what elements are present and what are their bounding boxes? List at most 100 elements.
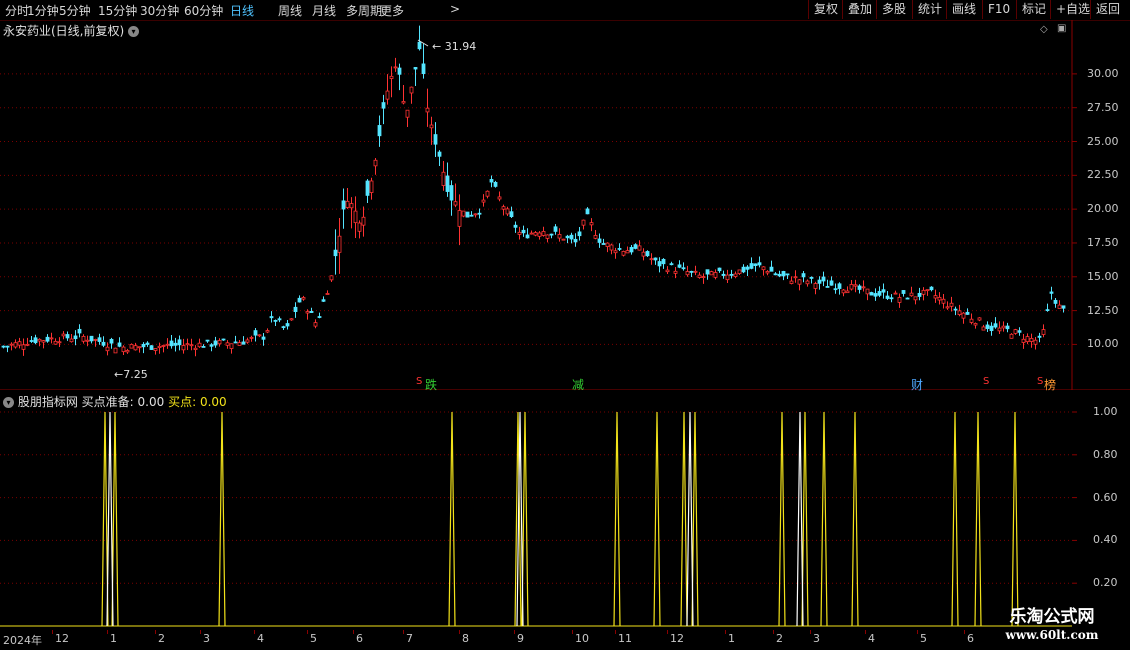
candle xyxy=(77,324,82,338)
watermark-title: 乐淘公式网 xyxy=(1009,607,1095,627)
candle xyxy=(1001,321,1006,332)
candle xyxy=(797,279,802,291)
date-tick-label: 12 xyxy=(670,632,684,645)
candle xyxy=(849,279,854,291)
event-marker-2[interactable]: 财 xyxy=(911,376,923,393)
event-marker-0[interactable]: 跌 xyxy=(425,376,437,393)
candle xyxy=(373,158,378,175)
max-price-marker: ← 31.94 xyxy=(432,40,476,53)
indicator-spike xyxy=(691,411,699,627)
watermark-url: www.60lt.com xyxy=(1005,628,1099,642)
candle xyxy=(789,276,794,285)
candle xyxy=(817,276,822,290)
candle xyxy=(857,284,862,294)
candle xyxy=(629,245,634,255)
indicator-spike xyxy=(516,411,524,627)
candle xyxy=(813,281,818,295)
candle xyxy=(1057,300,1062,309)
candle xyxy=(37,338,42,347)
candle xyxy=(881,283,886,299)
candle xyxy=(909,286,914,297)
indicator-spike xyxy=(778,411,786,627)
candle xyxy=(149,345,154,351)
candle xyxy=(313,319,318,329)
candle xyxy=(961,312,966,324)
candle xyxy=(709,270,714,276)
candle xyxy=(285,319,290,330)
indicator-spike xyxy=(653,411,661,627)
candle xyxy=(69,334,74,343)
candle xyxy=(277,316,282,323)
candle xyxy=(905,297,910,300)
event-marker-3[interactable]: 榜 xyxy=(1044,376,1056,393)
date-tick xyxy=(200,630,201,634)
candle xyxy=(1,345,6,349)
indicator-tick-label: 0.60 xyxy=(1093,490,1118,504)
candle xyxy=(853,279,858,293)
candle xyxy=(89,335,94,344)
candle xyxy=(549,233,554,239)
buy-label: 买点: xyxy=(168,395,197,409)
candle xyxy=(1037,332,1042,343)
candle xyxy=(193,345,198,357)
candle xyxy=(485,190,490,199)
candle xyxy=(205,339,210,343)
candle xyxy=(357,220,362,239)
indicator-header: ▾ 股朋指标网 买点准备: 0.00 买点: 0.00 xyxy=(3,393,227,410)
candle xyxy=(433,122,438,157)
candle xyxy=(837,282,842,295)
date-tick xyxy=(615,630,616,634)
date-tick-label: 4 xyxy=(257,632,264,645)
candle xyxy=(601,238,606,245)
candle xyxy=(261,333,266,346)
candle xyxy=(705,269,710,280)
candle xyxy=(757,256,762,268)
candle xyxy=(989,322,994,336)
date-tick-label: 6 xyxy=(356,632,363,645)
sell-signal-marker[interactable]: S xyxy=(983,376,989,387)
candle xyxy=(165,338,170,349)
candle xyxy=(465,211,470,218)
indicator-spike xyxy=(974,411,982,627)
candle xyxy=(1029,333,1034,348)
date-tick xyxy=(572,630,573,634)
candle xyxy=(53,338,58,345)
candle xyxy=(497,191,502,202)
sell-signal-marker[interactable]: S xyxy=(416,376,422,387)
candle xyxy=(873,288,878,301)
candle xyxy=(429,116,434,145)
candle xyxy=(1005,322,1010,333)
candle xyxy=(633,243,638,250)
price-chart[interactable]: ← 31.94 ←7.25 xyxy=(0,0,1130,390)
candle xyxy=(445,162,450,197)
date-tick xyxy=(52,630,53,634)
candle xyxy=(141,342,146,354)
candle xyxy=(529,230,534,235)
indicator-spike xyxy=(851,411,859,627)
candle xyxy=(301,295,306,301)
candle xyxy=(1049,286,1054,300)
candle xyxy=(993,317,998,329)
indicator-tick-label: 0.20 xyxy=(1093,576,1118,590)
sell-signal-marker[interactable]: S xyxy=(1037,376,1043,387)
indicator-spike xyxy=(514,411,522,627)
candle xyxy=(33,334,38,345)
candle xyxy=(765,270,770,276)
candle xyxy=(681,262,686,271)
candle xyxy=(1021,333,1026,349)
candle xyxy=(73,330,78,346)
candle xyxy=(93,338,98,347)
candle xyxy=(945,301,950,310)
candle xyxy=(809,276,814,284)
indicator-spike xyxy=(796,411,804,627)
candle xyxy=(209,343,214,352)
candle xyxy=(153,348,158,355)
candle xyxy=(625,246,630,254)
event-marker-1[interactable]: 减 xyxy=(572,376,584,393)
chevron-down-icon[interactable]: ▾ xyxy=(3,397,14,408)
candle xyxy=(589,218,594,232)
candle xyxy=(397,63,402,91)
date-tick xyxy=(459,630,460,634)
candle xyxy=(557,228,562,242)
candle xyxy=(489,175,494,188)
